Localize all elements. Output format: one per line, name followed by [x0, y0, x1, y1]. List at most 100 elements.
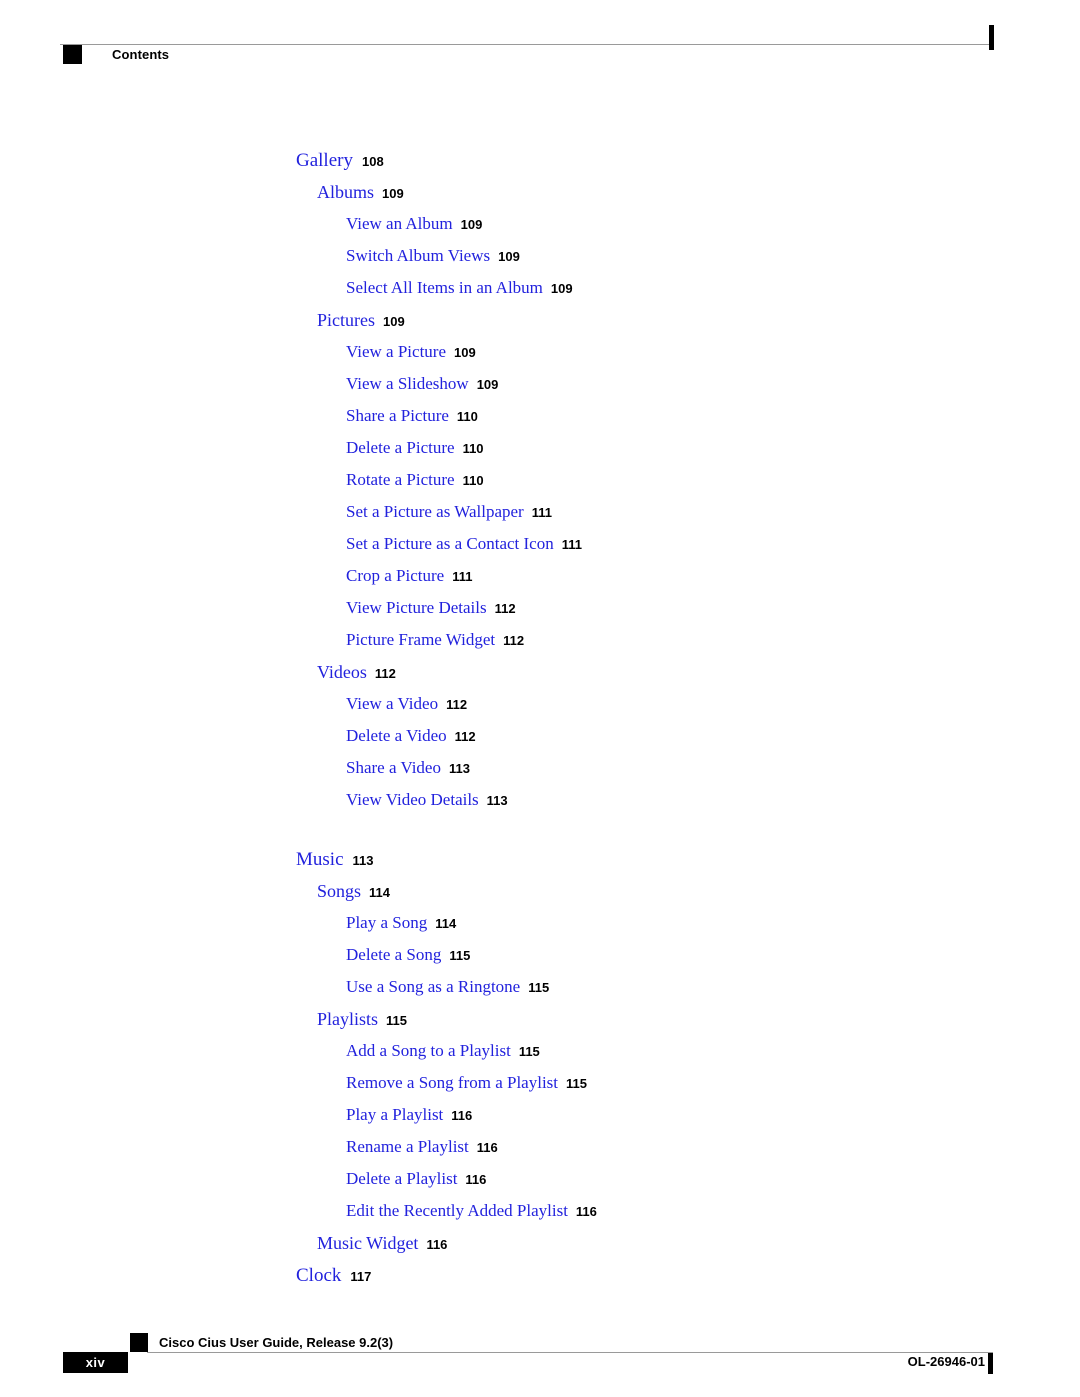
toc-entry[interactable]: Delete a Song 115	[0, 945, 1080, 977]
toc-entry[interactable]: Play a Playlist 116	[0, 1105, 1080, 1137]
toc-entry[interactable]: Share a Video 113	[0, 758, 1080, 790]
toc-entry[interactable]: View Picture Details 112	[0, 598, 1080, 630]
toc-entry-title: Use a Song as a Ringtone	[346, 977, 521, 996]
toc-entry-title: Gallery	[296, 150, 353, 171]
toc-entry[interactable]: Videos 112	[0, 662, 1080, 694]
toc-entry-title: Set a Picture as Wallpaper	[346, 502, 524, 521]
toc-entry[interactable]: Albums 109	[0, 182, 1080, 214]
toc-entry[interactable]: Play a Song 114	[0, 913, 1080, 945]
toc-entry[interactable]: Rename a Playlist 116	[0, 1137, 1080, 1169]
toc-entry-page-number: 109	[550, 281, 573, 296]
toc-entry[interactable]: Gallery 108	[0, 150, 1080, 182]
toc-entry-page-number: 116	[476, 1140, 498, 1155]
toc-entry-page-number: 109	[383, 314, 405, 329]
toc-entry-page-number: 110	[456, 409, 478, 424]
toc-entry-page-number: 111	[561, 537, 582, 552]
toc-entry[interactable]: View a Picture 109	[0, 342, 1080, 374]
toc-entry[interactable]: Crop a Picture 111	[0, 566, 1080, 598]
toc-entry-title: Set a Picture as a Contact Icon	[346, 534, 554, 553]
toc-entry-page-number: 115	[566, 1076, 587, 1091]
toc-entry-title: Share a Video	[346, 758, 441, 777]
table-of-contents: Gallery 108 Albums 109 View an Album 109 Switc…	[0, 150, 1080, 1297]
toc-entry[interactable]: View Video Details 113	[0, 790, 1080, 822]
toc-entry[interactable]: Set a Picture as Wallpaper 111	[0, 502, 1080, 534]
toc-entry-page-number: 116	[575, 1204, 597, 1219]
toc-entry-title: Videos	[317, 662, 367, 682]
toc-entry[interactable]: Set a Picture as a Contact Icon 111	[0, 534, 1080, 566]
toc-entry-title: Select All Items in an Album	[346, 278, 543, 297]
toc-entry[interactable]: Use a Song as a Ringtone 115	[0, 977, 1080, 1009]
toc-entry-title: Play a Song	[346, 913, 428, 932]
page-folio: xiv	[63, 1352, 128, 1373]
toc-entry-page-number: 114	[435, 916, 457, 931]
toc-entry[interactable]: Picture Frame Widget 112	[0, 630, 1080, 662]
toc-entry-page-number: 113	[448, 761, 470, 776]
toc-entry[interactable]: Delete a Video 112	[0, 726, 1080, 758]
toc-entry[interactable]: View a Video 112	[0, 694, 1080, 726]
toc-entry-page-number: 113	[486, 793, 508, 808]
toc-entry-title: Playlists	[317, 1009, 379, 1029]
toc-entry[interactable]: Edit the Recently Added Playlist 116	[0, 1201, 1080, 1233]
change-bar-tick-icon	[989, 25, 994, 50]
toc-entry[interactable]: View a Slideshow 109	[0, 374, 1080, 406]
toc-entry-page-number: 115	[386, 1013, 407, 1028]
toc-entry[interactable]: View an Album 109	[0, 214, 1080, 246]
toc-entry-page-number: 110	[462, 441, 484, 456]
toc-entry[interactable]: Rotate a Picture 110	[0, 470, 1080, 502]
toc-entry-page-number: 117	[350, 1269, 372, 1284]
toc-entry[interactable]: Share a Picture 110	[0, 406, 1080, 438]
toc-entry-title: View a Slideshow	[346, 374, 469, 393]
toc-entry-title: Share a Picture	[346, 406, 449, 425]
toc-entry-page-number: 109	[476, 377, 499, 392]
toc-entry[interactable]: Pictures 109	[0, 310, 1080, 342]
footer-guide-title: Cisco Cius User Guide, Release 9.2(3)	[159, 1335, 394, 1350]
toc-entry-title: Add a Song to a Playlist	[346, 1041, 511, 1060]
toc-entry-page-number: 110	[462, 473, 484, 488]
toc-entry-page-number: 111	[531, 505, 552, 520]
black-square-marker-icon	[63, 45, 82, 64]
toc-entry-page-number: 109	[382, 186, 404, 201]
toc-entry-page-number: 109	[454, 345, 476, 360]
toc-entry-title: Picture Frame Widget	[346, 630, 496, 649]
toc-entry-title: View Picture Details	[346, 598, 487, 617]
toc-entry[interactable]: Playlists 115	[0, 1009, 1080, 1041]
toc-entry-page-number: 109	[498, 249, 520, 264]
toc-entry-page-number: 112	[454, 729, 476, 744]
toc-entry-title: Rotate a Picture	[346, 470, 455, 489]
toc-entry-page-number: 115	[528, 980, 550, 995]
toc-entry-page-number: 116	[426, 1237, 448, 1252]
header-rule	[60, 44, 993, 45]
toc-entry-page-number: 116	[451, 1108, 473, 1123]
toc-entry-title: Clock	[296, 1265, 342, 1286]
toc-entry-title: View a Picture	[346, 342, 446, 361]
toc-entry-title: Rename a Playlist	[346, 1137, 469, 1156]
toc-entry-title: Play a Playlist	[346, 1105, 444, 1124]
toc-entry-page-number: 112	[494, 601, 516, 616]
toc-entry-page-number: 115	[449, 948, 471, 963]
toc-entry[interactable]: Music Widget 116	[0, 1233, 1080, 1265]
document-page: Contents Gallery 108 Albums 109 View an Albu…	[0, 0, 1080, 1397]
toc-entry-page-number: 108	[361, 154, 384, 169]
toc-entry-title: Delete a Video	[346, 726, 447, 745]
toc-entry-title: Music Widget	[317, 1233, 419, 1253]
document-id: OL-26946-01	[907, 1354, 985, 1369]
toc-entry-page-number: 116	[465, 1172, 487, 1187]
toc-entry[interactable]: Switch Album Views 109	[0, 246, 1080, 278]
toc-entry[interactable]: Songs 114	[0, 881, 1080, 913]
toc-entry-title: View a Video	[346, 694, 439, 713]
toc-entry[interactable]: Delete a Picture 110	[0, 438, 1080, 470]
toc-entry-title: Albums	[317, 182, 375, 202]
toc-entry[interactable]: Music 113	[0, 849, 1080, 881]
toc-entry-page-number: 111	[452, 569, 473, 584]
toc-entry[interactable]: Remove a Song from a Playlist 115	[0, 1073, 1080, 1105]
toc-entry[interactable]: Select All Items in an Album 109	[0, 278, 1080, 310]
toc-entry-title: Crop a Picture	[346, 566, 445, 585]
toc-entry-page-number: 112	[503, 633, 525, 648]
footer-change-bar-tick-icon	[988, 1353, 993, 1374]
toc-entry[interactable]: Add a Song to a Playlist 115	[0, 1041, 1080, 1073]
toc-entry[interactable]: Delete a Playlist 116	[0, 1169, 1080, 1201]
toc-entry[interactable]: Clock 117	[0, 1265, 1080, 1297]
toc-entry-title: View Video Details	[346, 790, 479, 809]
toc-entry-title: Remove a Song from a Playlist	[346, 1073, 559, 1092]
toc-entry-page-number: 113	[352, 853, 374, 868]
